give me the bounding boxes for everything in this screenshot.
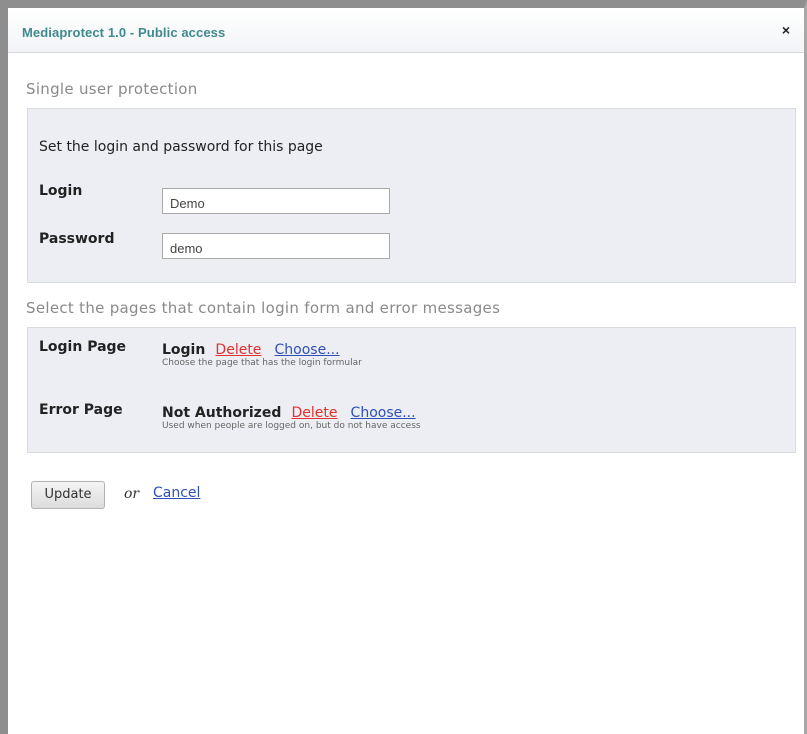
error-page-delete-link[interactable]: Delete [291,405,337,421]
or-text: or [124,486,140,502]
password-label: Password [39,231,115,247]
error-page-choose-link[interactable]: Choose... [351,405,416,421]
error-page-row: Not Authorized Delete Choose... [162,402,416,421]
login-page-label: Login Page [39,339,127,355]
password-input[interactable] [162,233,390,259]
error-page-label: Error Page [39,402,123,418]
login-page-row: Login Delete Choose... [162,339,340,358]
single-user-heading: Single user protection [26,80,198,98]
error-page-hint: Used when people are logged on, but do n… [162,421,421,431]
credentials-panel: Set the login and password for this page… [27,108,796,283]
credentials-intro: Set the login and password for this page [39,139,323,155]
dialog-window: Mediaprotect 1.0 - Public access × Singl… [0,0,807,734]
cancel-link[interactable]: Cancel [153,485,200,501]
pages-panel: Login Page Login Delete Choose... Choose… [27,327,796,453]
login-page-delete-link[interactable]: Delete [215,342,261,358]
login-input[interactable] [162,188,390,214]
login-page-name: Login [162,342,206,358]
error-page-name: Not Authorized [162,405,282,421]
update-button[interactable]: Update [31,481,105,509]
dialog-titlebar: Mediaprotect 1.0 - Public access × [8,8,804,53]
dialog-title: Mediaprotect 1.0 - Public access [22,25,226,40]
pages-section-heading: Select the pages that contain login form… [26,299,501,317]
close-icon[interactable]: × [776,20,796,40]
login-page-hint: Choose the page that has the login formu… [162,358,362,368]
login-label: Login [39,183,83,199]
login-page-choose-link[interactable]: Choose... [275,342,340,358]
